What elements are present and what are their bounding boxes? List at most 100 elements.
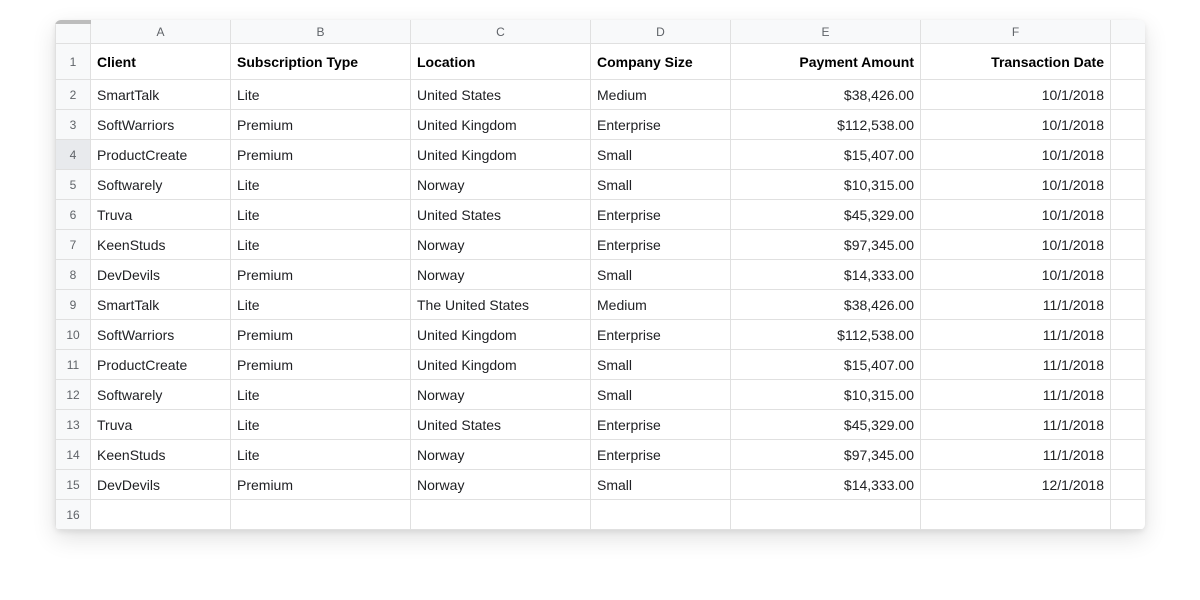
cell-blank[interactable] [1111,260,1145,290]
header-company-size[interactable]: Company Size [591,44,731,80]
row-number-4[interactable]: 4 [55,140,91,170]
cell-location[interactable]: Norway [411,230,591,260]
row-number-14[interactable]: 14 [55,440,91,470]
cell-company-size[interactable]: Medium [591,80,731,110]
cell-company-size[interactable]: Small [591,170,731,200]
row-number-8[interactable]: 8 [55,260,91,290]
cell-location[interactable]: Norway [411,440,591,470]
row-resize-handle[interactable] [55,20,91,24]
header-location[interactable]: Location [411,44,591,80]
cell-payment[interactable]: $14,333.00 [731,470,921,500]
cell-subscription[interactable]: Lite [231,170,411,200]
cell-transaction-date[interactable]: 11/1/2018 [921,410,1111,440]
cell-payment[interactable]: $97,345.00 [731,230,921,260]
cell-payment[interactable]: $10,315.00 [731,170,921,200]
row-number-11[interactable]: 11 [55,350,91,380]
cell-subscription[interactable]: Premium [231,470,411,500]
cell-payment[interactable]: $38,426.00 [731,290,921,320]
cell-company-size[interactable]: Medium [591,290,731,320]
cell-subscription[interactable]: Lite [231,80,411,110]
cell-location[interactable]: Norway [411,170,591,200]
row-number-2[interactable]: 2 [55,80,91,110]
row-number-7[interactable]: 7 [55,230,91,260]
cell-blank[interactable] [1111,170,1145,200]
column-header-E[interactable]: E [731,20,921,44]
column-header-C[interactable]: C [411,20,591,44]
row-number-16[interactable]: 16 [55,500,91,530]
cell-transaction-date[interactable]: 11/1/2018 [921,320,1111,350]
cell-location[interactable]: United States [411,80,591,110]
cell-client[interactable]: SoftWarriors [91,320,231,350]
cell-subscription[interactable]: Lite [231,230,411,260]
cell-location[interactable]: Norway [411,470,591,500]
row-number-10[interactable]: 10 [55,320,91,350]
cell-empty[interactable] [731,500,921,530]
cell-subscription[interactable]: Premium [231,140,411,170]
cell-client[interactable]: ProductCreate [91,140,231,170]
cell-transaction-date[interactable]: 11/1/2018 [921,350,1111,380]
cell-location[interactable]: The United States [411,290,591,320]
cell-subscription[interactable]: Lite [231,200,411,230]
cell-subscription[interactable]: Premium [231,260,411,290]
cell-subscription[interactable]: Premium [231,320,411,350]
cell-transaction-date[interactable]: 10/1/2018 [921,140,1111,170]
cell-transaction-date[interactable]: 10/1/2018 [921,260,1111,290]
header-client[interactable]: Client [91,44,231,80]
row-number-9[interactable]: 9 [55,290,91,320]
cell-blank[interactable] [1111,110,1145,140]
cell-subscription[interactable]: Premium [231,350,411,380]
cell-payment[interactable]: $15,407.00 [731,350,921,380]
cell-blank[interactable] [1111,140,1145,170]
cell-location[interactable]: United States [411,200,591,230]
cell-payment[interactable]: $14,333.00 [731,260,921,290]
cell-payment[interactable]: $15,407.00 [731,140,921,170]
cell-blank[interactable] [1111,470,1145,500]
cell-location[interactable]: United Kingdom [411,350,591,380]
cell-location[interactable]: United Kingdom [411,110,591,140]
cell-company-size[interactable]: Enterprise [591,200,731,230]
cell-blank[interactable] [1111,320,1145,350]
row-number-12[interactable]: 12 [55,380,91,410]
cell-location[interactable]: Norway [411,260,591,290]
cell-payment[interactable]: $112,538.00 [731,110,921,140]
cell-blank[interactable] [1111,230,1145,260]
cell-client[interactable]: SmartTalk [91,290,231,320]
cell-transaction-date[interactable]: 10/1/2018 [921,80,1111,110]
cell-company-size[interactable]: Enterprise [591,320,731,350]
cell-client[interactable]: Softwarely [91,380,231,410]
cell-empty[interactable] [231,500,411,530]
cell-client[interactable]: Softwarely [91,170,231,200]
header-transaction-date[interactable]: Transaction Date [921,44,1111,80]
header-subscription[interactable]: Subscription Type [231,44,411,80]
column-header-B[interactable]: B [231,20,411,44]
row-number-15[interactable]: 15 [55,470,91,500]
cell-location[interactable]: Norway [411,380,591,410]
cell-client[interactable]: Truva [91,410,231,440]
cell-company-size[interactable]: Small [591,380,731,410]
cell-payment[interactable]: $10,315.00 [731,380,921,410]
cell-company-size[interactable]: Enterprise [591,230,731,260]
row-number-5[interactable]: 5 [55,170,91,200]
column-header-blank[interactable] [1111,20,1145,44]
cell-client[interactable]: DevDevils [91,260,231,290]
cell-payment[interactable]: $38,426.00 [731,80,921,110]
cell-company-size[interactable]: Small [591,260,731,290]
cell-subscription[interactable]: Lite [231,290,411,320]
cell-client[interactable]: SoftWarriors [91,110,231,140]
cell-empty[interactable] [921,500,1111,530]
cell-client[interactable]: KeenStuds [91,230,231,260]
header-payment[interactable]: Payment Amount [731,44,921,80]
cell-empty[interactable] [1111,500,1145,530]
cell-payment[interactable]: $112,538.00 [731,320,921,350]
cell-client[interactable]: DevDevils [91,470,231,500]
cell-blank[interactable] [1111,290,1145,320]
cell-empty[interactable] [91,500,231,530]
cell-payment[interactable]: $97,345.00 [731,440,921,470]
cell-client[interactable]: ProductCreate [91,350,231,380]
cell-transaction-date[interactable]: 12/1/2018 [921,470,1111,500]
cell-client[interactable]: Truva [91,200,231,230]
cell-transaction-date[interactable]: 10/1/2018 [921,230,1111,260]
cell-blank[interactable] [1111,380,1145,410]
cell-blank[interactable] [1111,440,1145,470]
cell-company-size[interactable]: Enterprise [591,410,731,440]
